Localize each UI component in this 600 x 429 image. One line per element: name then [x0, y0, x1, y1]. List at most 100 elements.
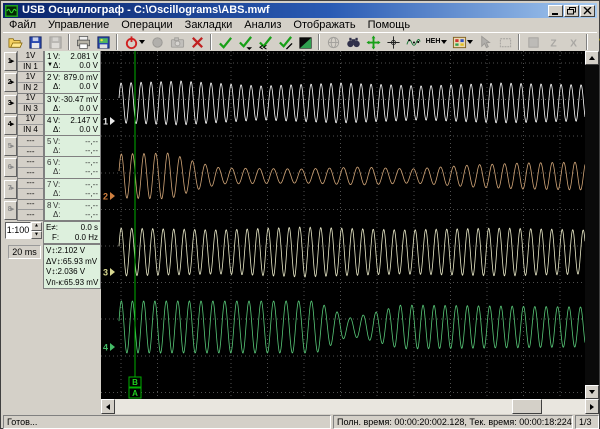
erase-marks-icon [190, 35, 205, 50]
channel-5-button[interactable]: 5▸ [4, 137, 17, 156]
frame-tool-button [495, 33, 515, 51]
scroll-down-button[interactable] [585, 385, 599, 399]
channel-4-row: 4▸1VIN 44V:2.147 VΔ:0.0 V [3, 115, 101, 136]
menu-item-отображать[interactable]: Отображать [287, 19, 361, 32]
restore-icon [567, 7, 576, 15]
open-file-button[interactable] [5, 33, 25, 51]
channel-2-trace [119, 153, 585, 199]
channel-3-marker[interactable]: 3 [103, 268, 115, 278]
channel-2-marker[interactable]: 2 [103, 192, 115, 202]
channel-7-button[interactable]: 7▸ [4, 180, 17, 199]
erase-marks-button[interactable] [187, 33, 207, 51]
oscillogram-plot[interactable]: 1234BA [101, 51, 585, 399]
channel-1-range[interactable]: 1VIN 1 [17, 51, 44, 72]
status-time-info: Полн. время: 00:00:20:002.128, Тек. врем… [333, 415, 573, 429]
compression-spinner[interactable]: 1:100 ▲ ▼ [5, 222, 42, 239]
measurement-line: V↕:2.036 V [46, 267, 98, 278]
record-stop-button[interactable] [121, 33, 141, 51]
web-icon [326, 35, 341, 50]
menu-item-закладки[interactable]: Закладки [179, 19, 239, 32]
horizontal-scroll-thumb[interactable] [512, 399, 542, 414]
save-copy-icon [48, 35, 63, 50]
channel-2-readout: 2V:879.0 mVΔ:0.0 V [44, 72, 101, 93]
apply-check-all-button[interactable] [255, 33, 275, 51]
spinner-up-button[interactable]: ▲ [31, 222, 42, 231]
save-file-button[interactable] [25, 33, 45, 51]
print-icon [76, 35, 91, 50]
units-menu-button[interactable]: НЕН [423, 33, 443, 51]
menu-item-анализ[interactable]: Анализ [238, 19, 287, 32]
minimize-button[interactable] [548, 5, 563, 17]
channel-8-row: 8▸------8V:--,--Δ:--,-- [3, 200, 101, 221]
channel-7-range[interactable]: ------ [17, 179, 44, 200]
menu-item-операции[interactable]: Операции [115, 19, 178, 32]
zoom-x-icon: X [566, 35, 581, 50]
wave-points-tool-button[interactable] [403, 33, 423, 51]
title-bar: USB Осциллограф - C:\Oscillograms\ABS.mw… [3, 3, 597, 18]
palette-tool-button[interactable] [449, 33, 469, 51]
menu-bar: ФайлУправлениеОперацииЗакладкиАнализОтоб… [3, 18, 597, 32]
channel-8-button[interactable]: 8▸ [4, 201, 17, 220]
vertical-scrollbar[interactable] [585, 51, 599, 399]
channel-1-marker[interactable]: 1 [103, 117, 115, 127]
channel-5-row: 5▸------5V:--,--Δ:--,-- [3, 136, 101, 157]
channel-2-button[interactable]: 2▸ [4, 73, 17, 92]
channel-5-range[interactable]: ------ [17, 136, 44, 157]
channel-4-button[interactable]: 4▸ [4, 116, 17, 135]
save-copy-button [45, 33, 65, 51]
minimize-icon [551, 7, 560, 15]
help-button[interactable]: ? [591, 33, 600, 51]
invert-screen-icon [298, 35, 313, 50]
channel-3-readout: 3V:-30.47 mVΔ:0.0 V [44, 94, 101, 115]
record-stop-dropdown-arrow[interactable] [139, 40, 145, 44]
apply-check-button[interactable] [215, 33, 235, 51]
scroll-right-button[interactable] [585, 399, 599, 414]
save-image-button[interactable] [93, 33, 113, 51]
vertical-scroll-track[interactable] [585, 65, 599, 385]
apply-check-all-icon [258, 35, 273, 50]
close-button[interactable] [580, 5, 595, 17]
window-title: USB Осциллограф - C:\Oscillograms\ABS.mw… [22, 4, 547, 17]
menu-item-файл[interactable]: Файл [3, 19, 42, 32]
restore-button[interactable] [564, 5, 579, 17]
channel-8-range[interactable]: ------ [17, 200, 44, 221]
channel-2-range[interactable]: 1VIN 2 [17, 72, 44, 93]
palette-tool-icon [452, 35, 467, 50]
channel-1-button[interactable]: 1▸ [4, 52, 17, 71]
scroll-up-button[interactable] [585, 51, 599, 65]
print-button[interactable] [73, 33, 93, 51]
svg-text:3: 3 [103, 268, 108, 278]
menu-item-управление[interactable]: Управление [42, 19, 115, 32]
palette-tool-dropdown-arrow[interactable] [467, 40, 473, 44]
record-button [147, 33, 167, 51]
record-stop-icon [124, 35, 139, 50]
help-icon: ? [594, 35, 600, 50]
channel-3-range[interactable]: 1VIN 3 [17, 94, 44, 115]
invert-screen-button[interactable] [295, 33, 315, 51]
apply-check-next-button[interactable] [235, 33, 255, 51]
spinner-down-button[interactable]: ▼ [31, 231, 42, 240]
units-menu-label: НЕН [426, 38, 441, 46]
channel-6-range[interactable]: ------ [17, 157, 44, 178]
fit-signal-button[interactable] [363, 33, 383, 51]
channel-4-range[interactable]: 1VIN 4 [17, 115, 44, 136]
horizontal-scrollbar[interactable] [101, 399, 599, 414]
compression-ratio-field[interactable]: 1:100 [5, 222, 31, 239]
channel-6-button[interactable]: 6▸ [4, 158, 17, 177]
toolbar-separator [586, 34, 588, 50]
apply-check-skip-button[interactable] [275, 33, 295, 51]
zoom-x-button: X [563, 33, 583, 51]
cursor-tool-button[interactable] [383, 33, 403, 51]
horizontal-scroll-row [3, 399, 599, 414]
status-bar: Готов... Полн. время: 00:00:20:002.128, … [3, 415, 599, 429]
apply-check-icon [218, 35, 233, 50]
menu-item-помощь[interactable]: Помощь [362, 19, 417, 32]
channel-1-readout: 1V:2.081 V▼Δ:0.0 V [44, 51, 101, 72]
search-button[interactable] [343, 33, 363, 51]
scroll-left-button[interactable] [101, 399, 115, 414]
channel-3-button[interactable]: 3▸ [4, 95, 17, 114]
units-menu-dropdown-arrow[interactable] [441, 40, 447, 44]
scroll-filler [3, 399, 101, 414]
channel-1-row: 1▸1VIN 11V:2.081 V▼Δ:0.0 V [3, 51, 101, 72]
channel-4-marker[interactable]: 4 [103, 343, 115, 353]
